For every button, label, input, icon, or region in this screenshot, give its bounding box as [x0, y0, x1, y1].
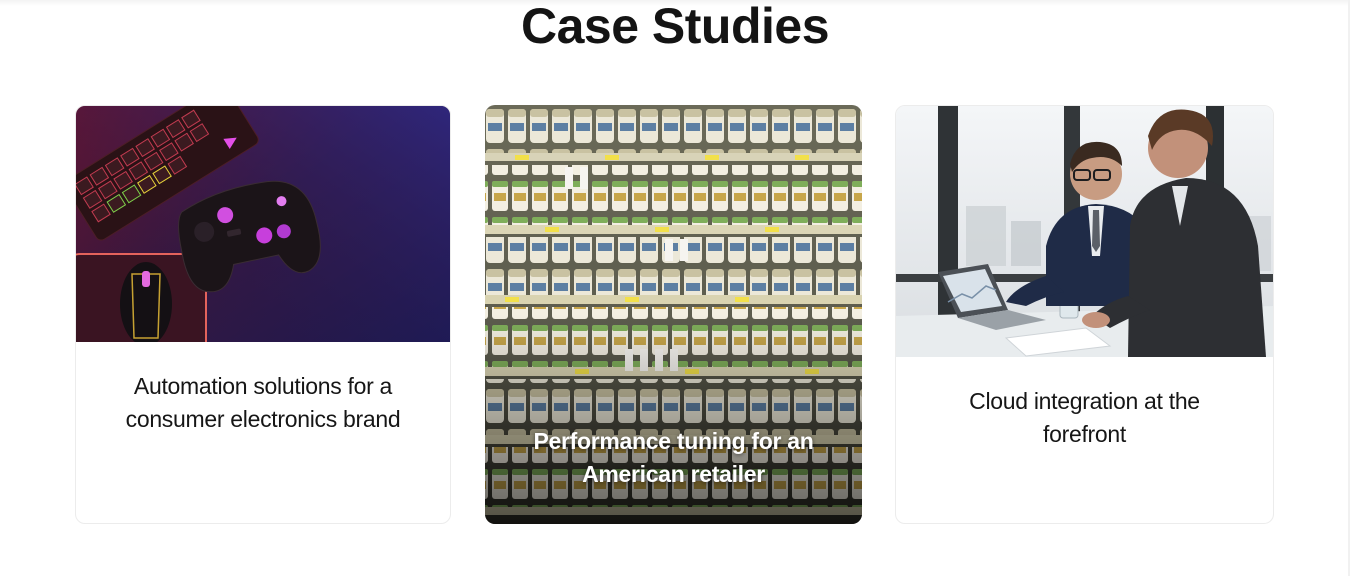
gaming-peripherals-image [76, 106, 450, 342]
card-caption-overlay: Performance tuning for an American retai… [533, 428, 814, 487]
card-caption: Cloud integration at the forefront [969, 388, 1200, 447]
case-studies-page: Case Studies Automation solutions for a … [0, 0, 1350, 576]
case-study-card-cloud[interactable]: Cloud integration at the forefront [895, 105, 1274, 524]
section-title: Case Studies [520, 0, 830, 54]
card-caption: Automation solutions for a consumer elec… [125, 373, 401, 432]
business-meeting-image [896, 106, 1273, 357]
case-study-card-electronics[interactable]: Automation solutions for a consumer elec… [75, 105, 451, 524]
case-study-card-retailer[interactable]: Performance tuning for an American retai… [485, 105, 862, 524]
